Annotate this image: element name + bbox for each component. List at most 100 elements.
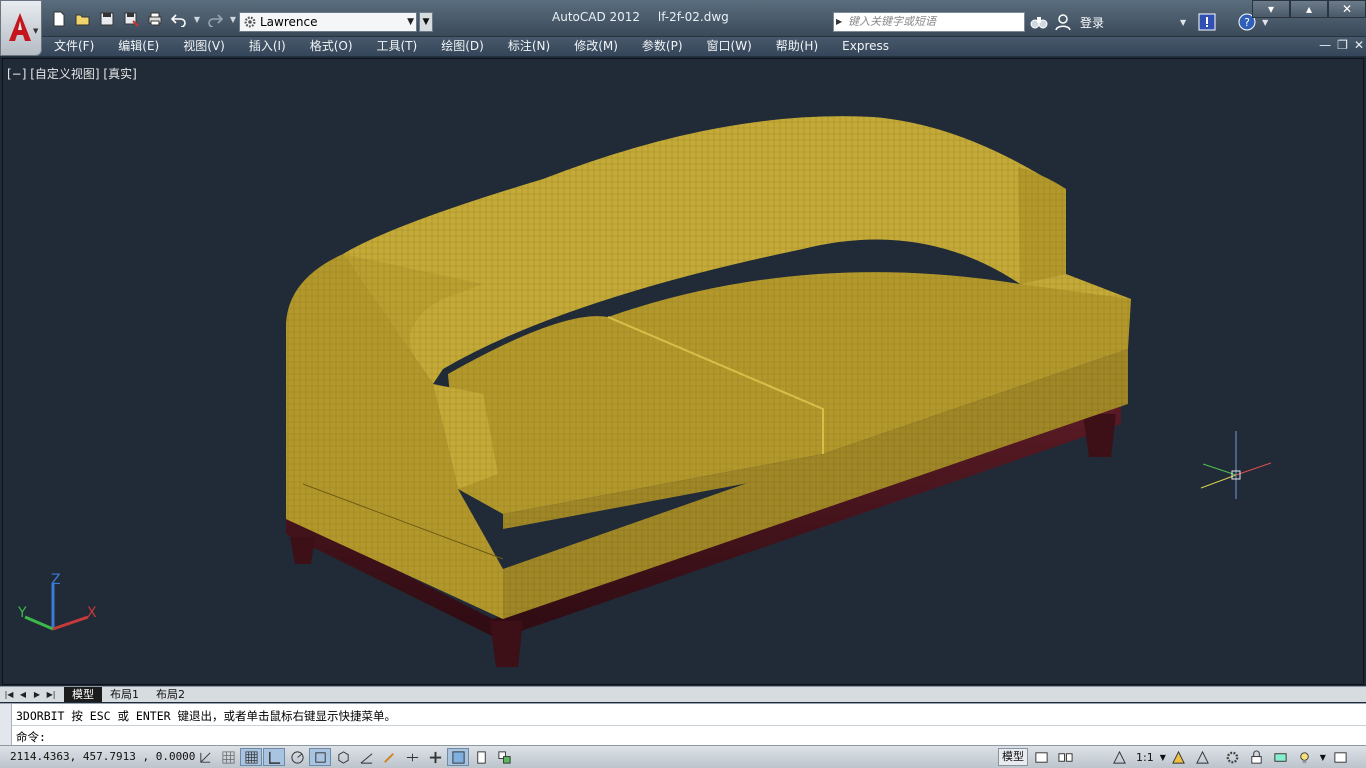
tab-layout1[interactable]: 布局1 xyxy=(102,687,147,702)
customize-toolbar-button[interactable]: ▼ xyxy=(419,12,433,32)
prev-tab-icon[interactable]: ◀ xyxy=(18,689,28,700)
workspace-dropdown[interactable]: Lawrence ▼ xyxy=(239,12,417,32)
annotation-scale-icon[interactable] xyxy=(1108,748,1130,766)
file-name: lf-2f-02.dwg xyxy=(657,10,729,24)
viewport-controls-label[interactable]: [−] [自定义视图] [真实] xyxy=(7,65,137,82)
close-button[interactable]: ✕ xyxy=(1328,0,1366,18)
status-menu-icon[interactable]: ▼ xyxy=(1318,748,1328,766)
hardware-acceleration-icon[interactable] xyxy=(1270,748,1292,766)
next-tab-icon[interactable]: ▶ xyxy=(32,689,42,700)
object-snap-icon[interactable] xyxy=(309,748,331,766)
doc-close-button[interactable]: ✕ xyxy=(1354,38,1364,52)
drawing-viewport[interactable]: Z Y X [−] [自定义视图] [真实] xyxy=(2,58,1364,685)
tab-model[interactable]: 模型 xyxy=(64,687,102,702)
svg-text:?: ? xyxy=(1244,16,1250,29)
menu-tools[interactable]: 工具(T) xyxy=(365,37,430,57)
save-icon[interactable] xyxy=(96,9,118,29)
expand-search-icon[interactable]: ▶ xyxy=(836,13,842,31)
redo-dropdown-icon[interactable]: ▼ xyxy=(228,9,238,29)
object-snap-tracking-icon[interactable] xyxy=(355,748,377,766)
ucs-x-label: X xyxy=(87,605,97,621)
menu-modify[interactable]: 修改(M) xyxy=(562,37,630,57)
clean-screen-icon[interactable] xyxy=(1330,748,1352,766)
annotation-scale-value[interactable]: 1:1 xyxy=(1132,751,1158,764)
first-tab-icon[interactable]: |◀ xyxy=(4,689,14,700)
new-icon[interactable] xyxy=(48,9,70,29)
menu-parametric[interactable]: 参数(P) xyxy=(630,37,695,57)
coordinate-display[interactable]: 2114.4363, 457.7913 , 0.0000 xyxy=(10,750,195,763)
lineweight-icon[interactable] xyxy=(424,748,446,766)
binoculars-icon[interactable] xyxy=(1030,13,1048,31)
title-bar: ▼ ▼ Lawrence ▼ ▼ AutoCAD 2012 lf-2f-02.d… xyxy=(0,0,1366,37)
dynamic-ucs-icon[interactable] xyxy=(378,748,400,766)
sofa-leg xyxy=(1083,414,1116,457)
ortho-mode-icon[interactable] xyxy=(263,748,285,766)
menu-window[interactable]: 窗口(W) xyxy=(695,37,764,57)
tab-layout2[interactable]: 布局2 xyxy=(148,687,193,702)
search-input[interactable]: ▶ 键入关键字或短语 xyxy=(833,12,1025,32)
login-dropdown-icon[interactable]: ▼ xyxy=(1180,18,1186,27)
auto-scale-icon[interactable] xyxy=(1192,748,1214,766)
transparency-icon[interactable] xyxy=(447,748,469,766)
workspace-name: Lawrence xyxy=(260,15,318,29)
grid-display-icon[interactable] xyxy=(240,748,262,766)
sofa-leg xyxy=(490,621,523,667)
model-space-button[interactable]: 模型 xyxy=(998,748,1028,766)
window-controls: ▾ ▴ ✕ xyxy=(1252,0,1366,18)
workspace-switching-icon[interactable] xyxy=(1222,748,1244,766)
ucs-icon: Z Y X xyxy=(17,572,97,631)
redo-icon[interactable] xyxy=(204,9,226,29)
status-tray: 模型 1:1 ▼ ▼ xyxy=(998,748,1352,766)
restore-button[interactable]: ▴ xyxy=(1290,0,1328,18)
app-name: AutoCAD 2012 xyxy=(552,10,641,24)
menu-insert[interactable]: 插入(I) xyxy=(237,37,298,57)
menu-edit[interactable]: 编辑(E) xyxy=(106,37,171,57)
menu-file[interactable]: 文件(F) xyxy=(42,37,106,57)
isolate-objects-icon[interactable] xyxy=(1294,748,1316,766)
drafting-settings xyxy=(194,748,515,766)
sofa-right-arm xyxy=(1018,167,1066,284)
exchange-icon[interactable] xyxy=(1198,13,1216,31)
menu-format[interactable]: 格式(O) xyxy=(298,37,365,57)
selection-cycling-icon[interactable] xyxy=(493,748,515,766)
app-menu-dropdown-icon: ▼ xyxy=(33,27,39,35)
minimize-button[interactable]: ▾ xyxy=(1252,0,1290,18)
application-menu-button[interactable]: ▼ xyxy=(0,0,42,56)
infer-constraints-icon[interactable] xyxy=(194,748,216,766)
dynamic-input-icon[interactable] xyxy=(401,748,423,766)
command-line-grip[interactable] xyxy=(0,704,12,746)
quick-properties-icon[interactable] xyxy=(470,748,492,766)
login-button[interactable]: 登录 xyxy=(1080,14,1104,31)
menu-express[interactable]: Express xyxy=(830,37,901,57)
3d-object-snap-icon[interactable] xyxy=(332,748,354,766)
drawing-quickview-icon[interactable] xyxy=(1054,748,1076,766)
command-history: 3DORBIT 按 ESC 或 ENTER 键退出，或者单击鼠标右键显示快捷菜单… xyxy=(16,709,396,723)
status-bar: 2114.4363, 457.7913 , 0.0000 模型 1:1 ▼ ▼ xyxy=(0,745,1366,768)
lock-icon[interactable] xyxy=(1246,748,1268,766)
window-title: AutoCAD 2012 lf-2f-02.dwg xyxy=(552,10,743,24)
menu-help[interactable]: 帮助(H) xyxy=(764,37,830,57)
undo-dropdown-icon[interactable]: ▼ xyxy=(192,9,202,29)
menu-draw[interactable]: 绘图(D) xyxy=(429,37,496,57)
autocad-logo-icon xyxy=(9,13,31,41)
help-dropdown-icon[interactable]: ▼ xyxy=(1262,18,1268,27)
scale-dropdown-icon[interactable]: ▼ xyxy=(1160,753,1166,762)
last-tab-icon[interactable]: ▶| xyxy=(46,689,56,700)
polar-tracking-icon[interactable] xyxy=(286,748,308,766)
undo-icon[interactable] xyxy=(168,9,190,29)
doc-restore-button[interactable]: ❐ xyxy=(1337,38,1348,52)
snap-mode-icon[interactable] xyxy=(217,748,239,766)
layout-quickview-icon[interactable] xyxy=(1030,748,1052,766)
annotation-visibility-icon[interactable] xyxy=(1168,748,1190,766)
sofa-3d-model: Z Y X xyxy=(17,116,1272,667)
plot-icon[interactable] xyxy=(144,9,166,29)
infocenter-toolbar: 登录 ▼ ? ▼ xyxy=(1030,10,1268,34)
document-window-controls: — ❐ ✕ xyxy=(1319,38,1364,52)
menu-view[interactable]: 视图(V) xyxy=(171,37,237,57)
open-icon[interactable] xyxy=(72,9,94,29)
menu-dimension[interactable]: 标注(N) xyxy=(496,37,562,57)
menu-bar: 文件(F) 编辑(E) 视图(V) 插入(I) 格式(O) 工具(T) 绘图(D… xyxy=(0,37,1366,57)
doc-minimize-button[interactable]: — xyxy=(1319,38,1331,52)
save-as-icon[interactable] xyxy=(120,9,142,29)
command-input[interactable]: 命令: xyxy=(16,729,46,745)
